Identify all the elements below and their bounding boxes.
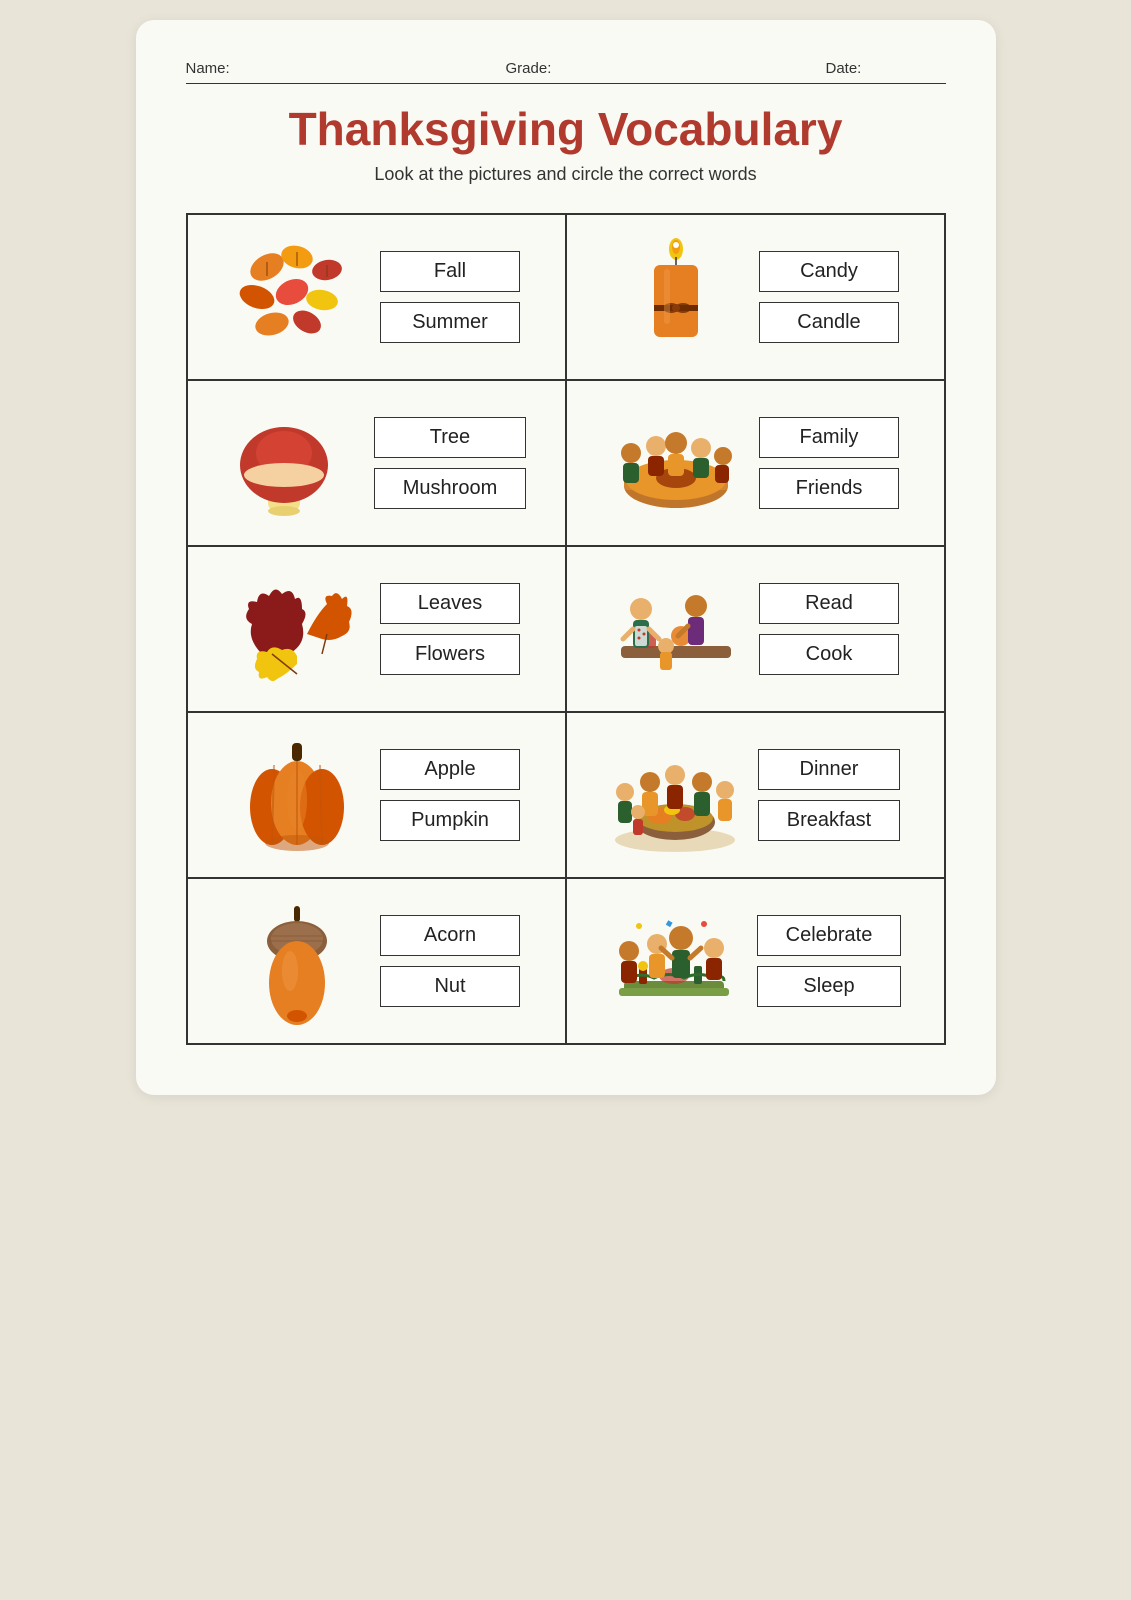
candle-icon [611,237,741,357]
word-box[interactable]: Mushroom [374,468,526,509]
table-row: Fall Summer [188,215,944,381]
name-label: Name: [186,60,306,77]
cell-celebrate: Celebrate Sleep [567,879,944,1043]
word-box[interactable]: Dinner [758,749,900,790]
word-options-row2-right: Family Friends [759,417,899,509]
page-subtitle: Look at the pictures and circle the corr… [186,164,946,185]
word-options-row5-right: Celebrate Sleep [757,915,902,1007]
mushroom-icon [226,403,356,523]
cell-pumpkin: Apple Pumpkin [188,713,567,877]
table-row: Tree Mushroom [188,381,944,547]
cooking-icon [611,569,741,689]
word-box[interactable]: Sleep [757,966,902,1007]
cell-family: Family Friends [567,381,944,545]
header-fields: Name: Grade: Date: [186,60,946,84]
word-box[interactable]: Breakfast [758,800,900,841]
date-label: Date: [826,60,946,77]
table-row: Acorn Nut [188,879,944,1043]
word-options-row1-right: Candy Candle [759,251,899,343]
word-options-row2-left: Tree Mushroom [374,417,526,509]
cell-leaves: Leaves Flowers [188,547,567,711]
word-box[interactable]: Flowers [380,634,520,675]
grade-label: Grade: [506,60,626,77]
autumn-leaves-icon [232,569,362,689]
cell-candle: Candy Candle [567,215,944,379]
word-options-row3-right: Read Cook [759,583,899,675]
page-title: Thanksgiving Vocabulary [186,102,946,156]
celebrate-icon [609,901,739,1021]
page: Name: Grade: Date: Thanksgiving Vocabula… [136,20,996,1095]
table-row: Apple Pumpkin [188,713,944,879]
cell-mushroom: Tree Mushroom [188,381,567,545]
word-options-row4-left: Apple Pumpkin [380,749,520,841]
word-box[interactable]: Pumpkin [380,800,520,841]
word-box[interactable]: Read [759,583,899,624]
word-options-row1-left: Fall Summer [380,251,520,343]
word-box[interactable]: Acorn [380,915,520,956]
fall-leaves-icon [232,237,362,357]
cell-acorn: Acorn Nut [188,879,567,1043]
word-box[interactable]: Leaves [380,583,520,624]
word-box[interactable]: Candle [759,302,899,343]
vocabulary-grid: Fall Summer [186,213,946,1045]
cell-cooking: Read Cook [567,547,944,711]
word-options-row5-left: Acorn Nut [380,915,520,1007]
word-box[interactable]: Fall [380,251,520,292]
word-box[interactable]: Friends [759,468,899,509]
word-box[interactable]: Family [759,417,899,458]
family-icon [611,403,741,523]
word-box[interactable]: Candy [759,251,899,292]
word-box[interactable]: Tree [374,417,526,458]
word-box[interactable]: Summer [380,302,520,343]
word-box[interactable]: Apple [380,749,520,790]
word-box[interactable]: Nut [380,966,520,1007]
word-options-row4-right: Dinner Breakfast [758,749,900,841]
word-box[interactable]: Cook [759,634,899,675]
word-box[interactable]: Celebrate [757,915,902,956]
acorn-icon [232,901,362,1021]
pumpkin-icon [232,735,362,855]
thanksgiving-dinner-icon [610,735,740,855]
table-row: Leaves Flowers [188,547,944,713]
word-options-row3-left: Leaves Flowers [380,583,520,675]
cell-dinner: Dinner Breakfast [567,713,944,877]
cell-leaves-fall: Fall Summer [188,215,567,379]
